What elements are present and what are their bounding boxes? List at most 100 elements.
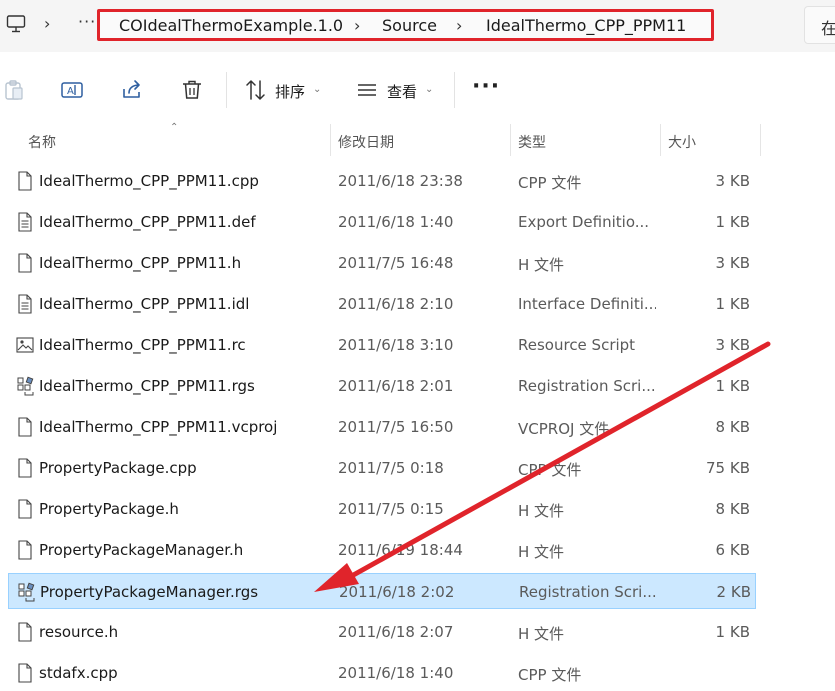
sort-icon[interactable] (244, 78, 268, 102)
file-type: VCPROJ 文件 (518, 420, 610, 438)
file-date: 2011/6/18 1:40 (338, 213, 454, 231)
column-header-date[interactable]: 修改日期 (338, 132, 394, 152)
column-header-type[interactable]: 类型 (518, 132, 546, 152)
file-name: PropertyPackage.h (39, 500, 179, 518)
file-name: IdealThermo_CPP_PPM11.cpp (39, 172, 259, 190)
file-type: H 文件 (518, 256, 565, 274)
breadcrumb-item[interactable]: IdealThermo_CPP_PPM11 (486, 16, 686, 35)
file-type: Registration Scri... (518, 377, 656, 395)
file-icon (16, 253, 34, 273)
delete-icon[interactable] (180, 78, 204, 102)
file-row[interactable]: IdealThermo_CPP_PPM11.idl 2011/6/18 2:10… (8, 286, 756, 322)
file-name: IdealThermo_CPP_PPM11.rc (39, 336, 246, 354)
file-row[interactable]: IdealThermo_CPP_PPM11.vcproj 2011/7/5 16… (8, 409, 756, 445)
file-type: H 文件 (518, 543, 565, 561)
file-type: Export Definitio... (518, 213, 650, 231)
file-row[interactable]: IdealThermo_CPP_PPM11.rgs 2011/6/18 2:01… (8, 368, 756, 404)
file-icon (16, 417, 34, 437)
file-name: IdealThermo_CPP_PPM11.h (39, 254, 242, 272)
view-icon[interactable] (355, 78, 379, 102)
column-header-size[interactable]: 大小 (668, 132, 696, 152)
file-date: 2011/7/5 0:18 (338, 459, 444, 477)
toolbar-divider (454, 72, 455, 108)
sort-ascending-icon: ⌃ (170, 122, 179, 133)
file-type: CPP 文件 (518, 174, 582, 192)
file-date: 2011/6/18 1:40 (338, 664, 454, 682)
file-name: IdealThermo_CPP_PPM11.vcproj (39, 418, 278, 436)
svg-text:A: A (67, 86, 74, 97)
chevron-right-icon[interactable]: › (456, 16, 462, 35)
file-type: H 文件 (518, 502, 565, 520)
file-row[interactable]: resource.h 2011/6/18 2:07 H 文件 1 KB (8, 614, 756, 650)
file-size: 6 KB (715, 541, 750, 559)
file-size: 8 KB (715, 500, 750, 518)
breadcrumb[interactable]: COIdealThermoExample.1.0 › Source › Idea… (97, 9, 714, 41)
file-name: stdafx.cpp (39, 664, 118, 682)
more-options-button[interactable]: ··· (472, 74, 500, 99)
text-file-icon (16, 294, 34, 314)
file-name: IdealThermo_CPP_PPM11.def (39, 213, 256, 231)
command-bar: A 排序 ⌄ 查看 ⌄ ··· (0, 62, 835, 118)
paste-icon[interactable] (2, 78, 26, 102)
file-row[interactable]: PropertyPackage.cpp 2011/7/5 0:18 CPP 文件… (8, 450, 756, 486)
file-date: 2011/6/18 2:10 (338, 295, 454, 313)
column-divider[interactable] (760, 124, 761, 156)
chevron-right-icon[interactable]: › (354, 16, 360, 35)
file-size: 2 KB (716, 583, 751, 601)
file-name: IdealThermo_CPP_PPM11.rgs (39, 377, 255, 395)
file-size: 3 KB (715, 172, 750, 190)
file-row-selected[interactable]: PropertyPackageManager.rgs 2011/6/18 2:0… (8, 573, 756, 609)
chevron-right-icon[interactable]: › (44, 14, 50, 33)
file-row[interactable]: IdealThermo_CPP_PPM11.h 2011/7/5 16:48 H… (8, 245, 756, 281)
address-bar-area: › ··· COIdealThermoExample.1.0 › Source … (0, 0, 835, 52)
breadcrumb-item[interactable]: COIdealThermoExample.1.0 (119, 16, 343, 35)
share-icon[interactable] (120, 78, 144, 102)
search-input[interactable]: 在 (804, 6, 835, 44)
file-name: resource.h (39, 623, 119, 641)
sort-button[interactable]: 排序 (275, 81, 305, 102)
breadcrumb-item[interactable]: Source (382, 16, 437, 35)
file-date: 2011/7/5 16:48 (338, 254, 454, 272)
image-file-icon (16, 335, 34, 355)
file-row[interactable]: IdealThermo_CPP_PPM11.def 2011/6/18 1:40… (8, 204, 756, 240)
breadcrumb-overflow-button[interactable]: ··· (78, 12, 96, 31)
file-type: Interface Definiti... (518, 295, 656, 313)
file-size: 1 KB (715, 623, 750, 641)
file-icon (16, 663, 34, 683)
column-headers: ⌃ 名称 修改日期 类型 大小 (0, 122, 835, 156)
view-button[interactable]: 查看 (387, 81, 417, 102)
column-header-name[interactable]: 名称 (28, 132, 56, 152)
file-icon (16, 458, 34, 478)
file-date: 2011/7/5 0:15 (338, 500, 444, 518)
file-size: 3 KB (715, 336, 750, 354)
rename-icon[interactable]: A (60, 78, 84, 102)
column-divider[interactable] (660, 124, 661, 156)
file-date: 2011/6/18 3:10 (338, 336, 454, 354)
chevron-down-icon[interactable]: ⌄ (425, 84, 433, 95)
file-name: PropertyPackage.cpp (39, 459, 197, 477)
file-size: 8 KB (715, 418, 750, 436)
file-row[interactable]: IdealThermo_CPP_PPM11.rc 2011/6/18 3:10 … (8, 327, 756, 363)
file-date: 2011/6/18 2:07 (338, 623, 454, 641)
file-type: H 文件 (518, 625, 565, 643)
registry-file-icon (17, 582, 35, 602)
file-size: 1 KB (715, 377, 750, 395)
file-row[interactable]: PropertyPackage.h 2011/7/5 0:15 H 文件 8 K… (8, 491, 756, 527)
chevron-down-icon[interactable]: ⌄ (313, 84, 321, 95)
file-icon (16, 171, 34, 191)
file-icon (16, 499, 34, 519)
column-divider[interactable] (510, 124, 511, 156)
file-row[interactable]: stdafx.cpp 2011/6/18 1:40 CPP 文件 (8, 655, 756, 691)
file-name: PropertyPackageManager.rgs (40, 583, 259, 601)
search-placeholder: 在 (821, 19, 835, 38)
text-file-icon (16, 212, 34, 232)
file-date: 2011/6/19 18:44 (338, 541, 463, 559)
column-divider[interactable] (330, 124, 331, 156)
file-date: 2011/6/18 2:02 (339, 583, 455, 601)
this-pc-icon[interactable] (6, 14, 26, 34)
file-size: 1 KB (715, 213, 750, 231)
file-icon (16, 540, 34, 560)
file-row[interactable]: PropertyPackageManager.h 2011/6/19 18:44… (8, 532, 756, 568)
file-row[interactable]: IdealThermo_CPP_PPM11.cpp 2011/6/18 23:3… (8, 163, 756, 199)
file-size: 3 KB (715, 254, 750, 272)
